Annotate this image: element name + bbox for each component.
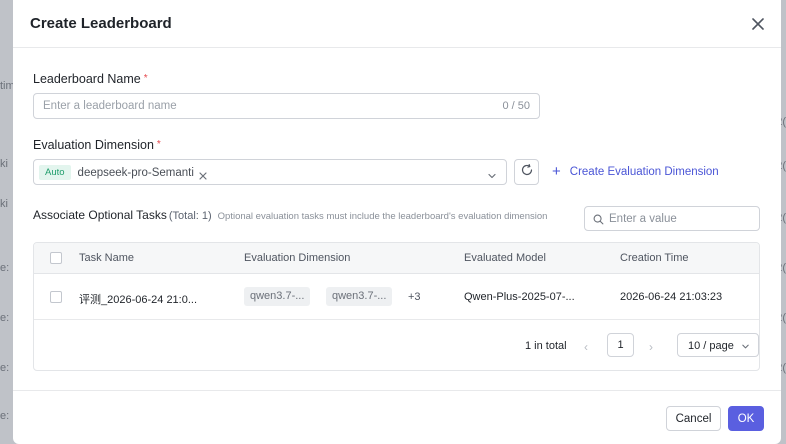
search-icon: [593, 214, 604, 225]
optional-tasks-total: (Total: 1): [168, 210, 212, 222]
close-icon[interactable]: [749, 15, 767, 33]
leaderboard-name-field[interactable]: 0 / 50: [33, 93, 540, 119]
dialog-footer: Cancel OK: [13, 390, 781, 444]
select-all-checkbox[interactable]: [50, 252, 62, 264]
remove-tag-icon[interactable]: [198, 168, 208, 180]
task-search-field[interactable]: [584, 206, 760, 231]
column-header-task-name: Task Name: [79, 252, 135, 264]
page-size-value: 10 / page: [688, 340, 734, 352]
refresh-icon: [520, 163, 534, 182]
background-text: ki: [0, 198, 8, 210]
background-text: e:: [0, 262, 10, 274]
leaderboard-name-label-text: Leaderboard Name: [33, 72, 141, 86]
required-mark: *: [143, 73, 148, 84]
ok-button[interactable]: OK: [728, 406, 764, 431]
evaluation-dimension-label-text: Evaluation Dimension: [33, 138, 154, 152]
optional-tasks-title: Associate Optional Tasks: [33, 208, 167, 222]
task-search-input[interactable]: [609, 207, 755, 230]
more-dimensions-count[interactable]: +3: [408, 291, 421, 303]
dimension-chip: qwen3.7-...: [326, 287, 393, 306]
table-header: Task Name Evaluation Dimension Evaluated…: [34, 243, 759, 274]
auto-badge: Auto: [39, 165, 71, 180]
evaluated-model-cell: Qwen-Plus-2025-07-...: [464, 291, 575, 303]
dimension-chip: qwen3.7-...: [244, 287, 311, 306]
dialog-title: Create Leaderboard: [30, 15, 172, 32]
page-size-select[interactable]: 10 / page: [677, 333, 759, 357]
cancel-button[interactable]: Cancel: [666, 406, 721, 431]
pagination-total: 1 in total: [525, 340, 567, 352]
chevron-down-icon: [742, 344, 749, 349]
task-name-cell: 评测_2026-06-24 21:0...: [79, 294, 198, 306]
column-header-evaluation-dimension: Evaluation Dimension: [244, 252, 351, 264]
leaderboard-name-label: Leaderboard Name *: [33, 72, 148, 86]
selected-dimension-text: deepseek-pro-Semanti: [77, 166, 194, 179]
background-text: e:: [0, 362, 10, 374]
optional-tasks-hint: Optional evaluation tasks must include t…: [217, 211, 548, 222]
prev-page-button[interactable]: ‹: [584, 340, 588, 354]
background-text: ki: [0, 158, 8, 170]
background-text: e:: [0, 312, 10, 324]
create-leaderboard-dialog: Create Leaderboard Leaderboard Name* 0 /…: [13, 0, 781, 444]
create-evaluation-dimension-link[interactable]: + Create Evaluation Dimension: [552, 163, 719, 180]
tasks-table: Task Name Evaluation Dimension Evaluated…: [33, 242, 760, 371]
create-dimension-label: Create Evaluation Dimension: [569, 166, 719, 178]
selected-dimension-tag: Auto deepseek-pro-Semanti: [39, 164, 208, 181]
refresh-button[interactable]: [514, 159, 539, 185]
required-mark: *: [156, 139, 161, 150]
evaluation-dimension-label: Evaluation Dimension *: [33, 138, 161, 152]
char-counter: 0 / 50: [502, 100, 530, 112]
creation-time-cell: 2026-06-24 21:03:23: [620, 291, 723, 303]
next-page-button[interactable]: ›: [649, 340, 653, 354]
dialog-header: Create Leaderboard: [13, 0, 781, 48]
background-text: e:: [0, 410, 10, 422]
plus-icon: +: [552, 163, 561, 180]
leaderboard-name-input[interactable]: [34, 94, 474, 118]
evaluation-dimension-select[interactable]: Auto deepseek-pro-Semanti: [33, 159, 507, 185]
optional-tasks-header: Associate Optional Tasks (Total: 1) Opti…: [33, 208, 547, 222]
chevron-down-icon: [487, 168, 497, 179]
row-checkbox[interactable]: [50, 291, 62, 303]
column-header-evaluated-model: Evaluated Model: [464, 252, 546, 264]
page-number-1[interactable]: 1: [607, 333, 634, 357]
column-header-creation-time: Creation Time: [620, 252, 689, 264]
table-row[interactable]: 评测_2026-06-24 21:0... qwen3.7-... qwen3.…: [34, 274, 759, 320]
